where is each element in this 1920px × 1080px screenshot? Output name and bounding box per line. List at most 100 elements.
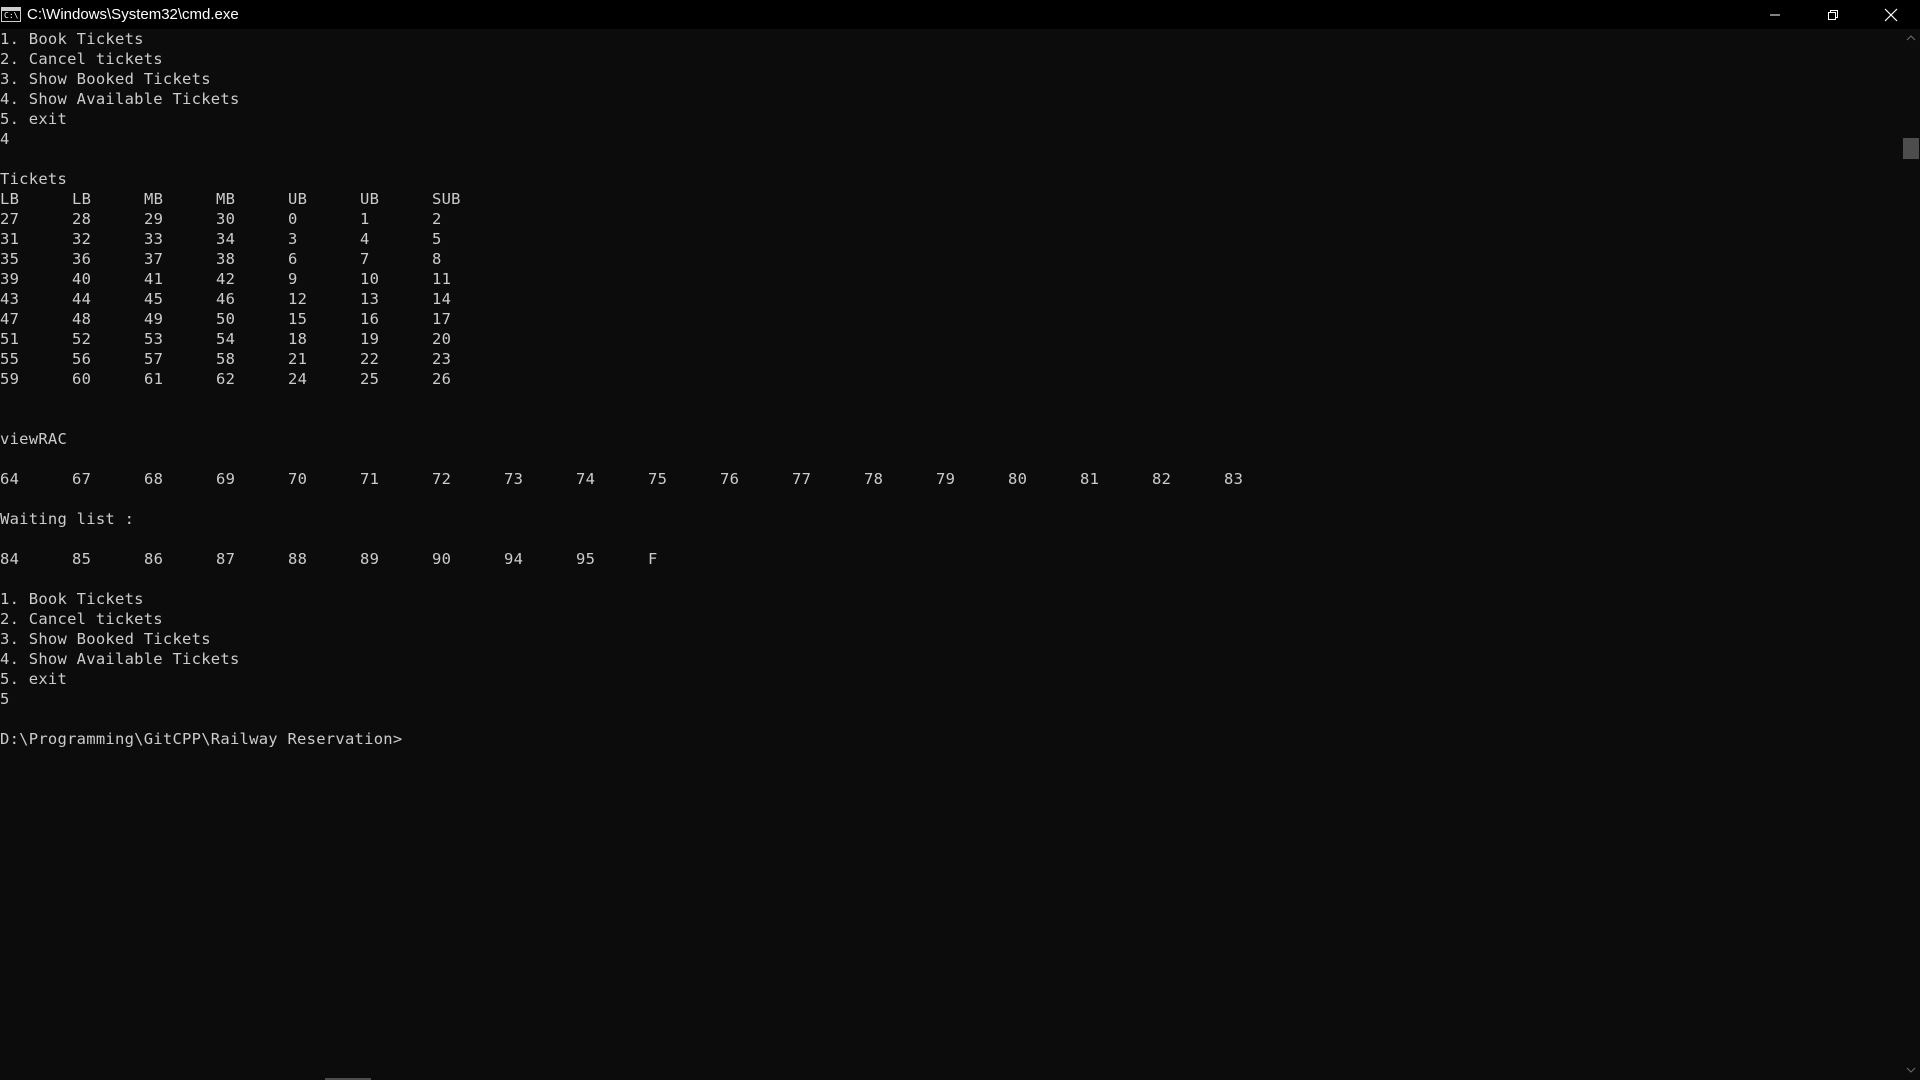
chevron-up-icon [1906, 34, 1915, 40]
waiting-list-row: 84 85 86 87 88 89 90 94 95 F [0, 549, 1897, 569]
cmd-app-icon[interactable]: C:\ [1, 7, 21, 22]
waiting-list-number: 89 [360, 550, 380, 568]
menu-option: 4. Show Available Tickets [0, 90, 240, 108]
ticket-number: 26 [432, 370, 452, 388]
rac-number: 78 [864, 470, 884, 488]
berth-type-header: MB [216, 190, 236, 208]
rac-number: 67 [72, 470, 92, 488]
menu-option: 2. Cancel tickets [0, 50, 163, 68]
rac-number: 82 [1152, 470, 1172, 488]
ticket-number: 35 [0, 250, 20, 268]
cmd-app-icon-label: C:\ [4, 11, 19, 20]
rac-number: 81 [1080, 470, 1100, 488]
ticket-row: 47 48 49 50 15 16 17 [0, 309, 1897, 329]
ticket-number: 11 [432, 270, 452, 288]
console-output[interactable]: 1. Book Tickets 2. Cancel tickets 3. Show … [0, 29, 1897, 1077]
close-button[interactable] [1862, 0, 1920, 29]
menu-option: 3. Show Booked Tickets [0, 630, 211, 648]
waiting-list-number: 86 [144, 550, 164, 568]
rac-number: 73 [504, 470, 524, 488]
ticket-number: 32 [72, 230, 92, 248]
ticket-number: 2 [432, 210, 442, 228]
ticket-number: 38 [216, 250, 236, 268]
ticket-number: 60 [72, 370, 92, 388]
ticket-row: 39 40 41 42 9 10 11 [0, 269, 1897, 289]
ticket-number: 18 [288, 330, 308, 348]
ticket-number: 15 [288, 310, 308, 328]
ticket-number: 44 [72, 290, 92, 308]
ticket-number: 4 [360, 230, 370, 248]
ticket-number: 5 [432, 230, 442, 248]
menu-option: 5. exit [0, 670, 68, 688]
scroll-down-button[interactable] [1901, 1061, 1920, 1078]
rac-number: 80 [1008, 470, 1028, 488]
berth-type-header: LB [0, 190, 20, 208]
ticket-number: 13 [360, 290, 380, 308]
rac-number: 64 [0, 470, 20, 488]
scrollbar-thumb[interactable] [1903, 138, 1919, 159]
ticket-number: 43 [0, 290, 20, 308]
ticket-row: 55 56 57 58 21 22 23 [0, 349, 1897, 369]
ticket-number: 30 [216, 210, 236, 228]
ticket-number: 24 [288, 370, 308, 388]
waiting-list-number: 94 [504, 550, 524, 568]
ticket-number: 39 [0, 270, 20, 288]
menu-option: 2. Cancel tickets [0, 610, 163, 628]
ticket-number: 8 [432, 250, 442, 268]
waiting-list-number: 88 [288, 550, 308, 568]
tickets-table-body: 27 28 29 30 0 1 2 31 32 33 34 3 4 5 35 36 37 38 6 7 8 39 40 41 4… [0, 209, 1897, 389]
user-input-second: 5 [0, 690, 10, 708]
ticket-number: 14 [432, 290, 452, 308]
rac-number: 77 [792, 470, 812, 488]
ticket-number: 37 [144, 250, 164, 268]
menu-option: 1. Book Tickets [0, 590, 144, 608]
window-title: C:\Windows\System32\cmd.exe [27, 6, 239, 23]
ticket-number: 1 [360, 210, 370, 228]
title-bar[interactable]: C:\ C:\Windows\System32\cmd.exe [0, 0, 1920, 29]
rac-number: 69 [216, 470, 236, 488]
ticket-number: 7 [360, 250, 370, 268]
ticket-row: 35 36 37 38 6 7 8 [0, 249, 1897, 269]
berth-type-header: LB [72, 190, 92, 208]
ticket-number: 27 [0, 210, 20, 228]
ticket-number: 58 [216, 350, 236, 368]
chevron-down-icon [1906, 1067, 1915, 1073]
restore-button[interactable] [1804, 0, 1862, 29]
vertical-scrollbar[interactable] [1901, 29, 1920, 1078]
ticket-number: 36 [72, 250, 92, 268]
ticket-number: 17 [432, 310, 452, 328]
window-controls [1746, 0, 1920, 29]
scroll-up-button[interactable] [1901, 29, 1920, 46]
berth-type-header: UB [360, 190, 380, 208]
ticket-number: 52 [72, 330, 92, 348]
ticket-number: 12 [288, 290, 308, 308]
waiting-list-number: 95 [576, 550, 596, 568]
ticket-number: 34 [216, 230, 236, 248]
ticket-row: 27 28 29 30 0 1 2 [0, 209, 1897, 229]
ticket-number: 46 [216, 290, 236, 308]
berth-type-header: MB [144, 190, 164, 208]
close-icon [1884, 8, 1898, 21]
rac-number: 71 [360, 470, 380, 488]
tickets-label: Tickets [0, 170, 68, 188]
ticket-number: 22 [360, 350, 380, 368]
command-prompt[interactable]: D:\Programming\GitCPP\Railway Reservatio… [0, 729, 1897, 749]
ticket-number: 59 [0, 370, 20, 388]
ticket-number: 40 [72, 270, 92, 288]
user-input-first: 4 [0, 130, 10, 148]
rac-label: viewRAC [0, 430, 68, 448]
ticket-number: 21 [288, 350, 308, 368]
rac-number: 70 [288, 470, 308, 488]
cmd-window: C:\ C:\Windows\System32\cmd.exe 1. Book … [0, 0, 1920, 1080]
menu-options-second: 1. Book Tickets 2. Cancel tickets 3. Show … [0, 589, 1897, 689]
ticket-number: 20 [432, 330, 452, 348]
minimize-button[interactable] [1746, 0, 1804, 29]
berth-type-header: SUB [432, 190, 461, 208]
ticket-number: 6 [288, 250, 298, 268]
ticket-number: 55 [0, 350, 20, 368]
ticket-row: 31 32 33 34 3 4 5 [0, 229, 1897, 249]
ticket-number: 10 [360, 270, 380, 288]
